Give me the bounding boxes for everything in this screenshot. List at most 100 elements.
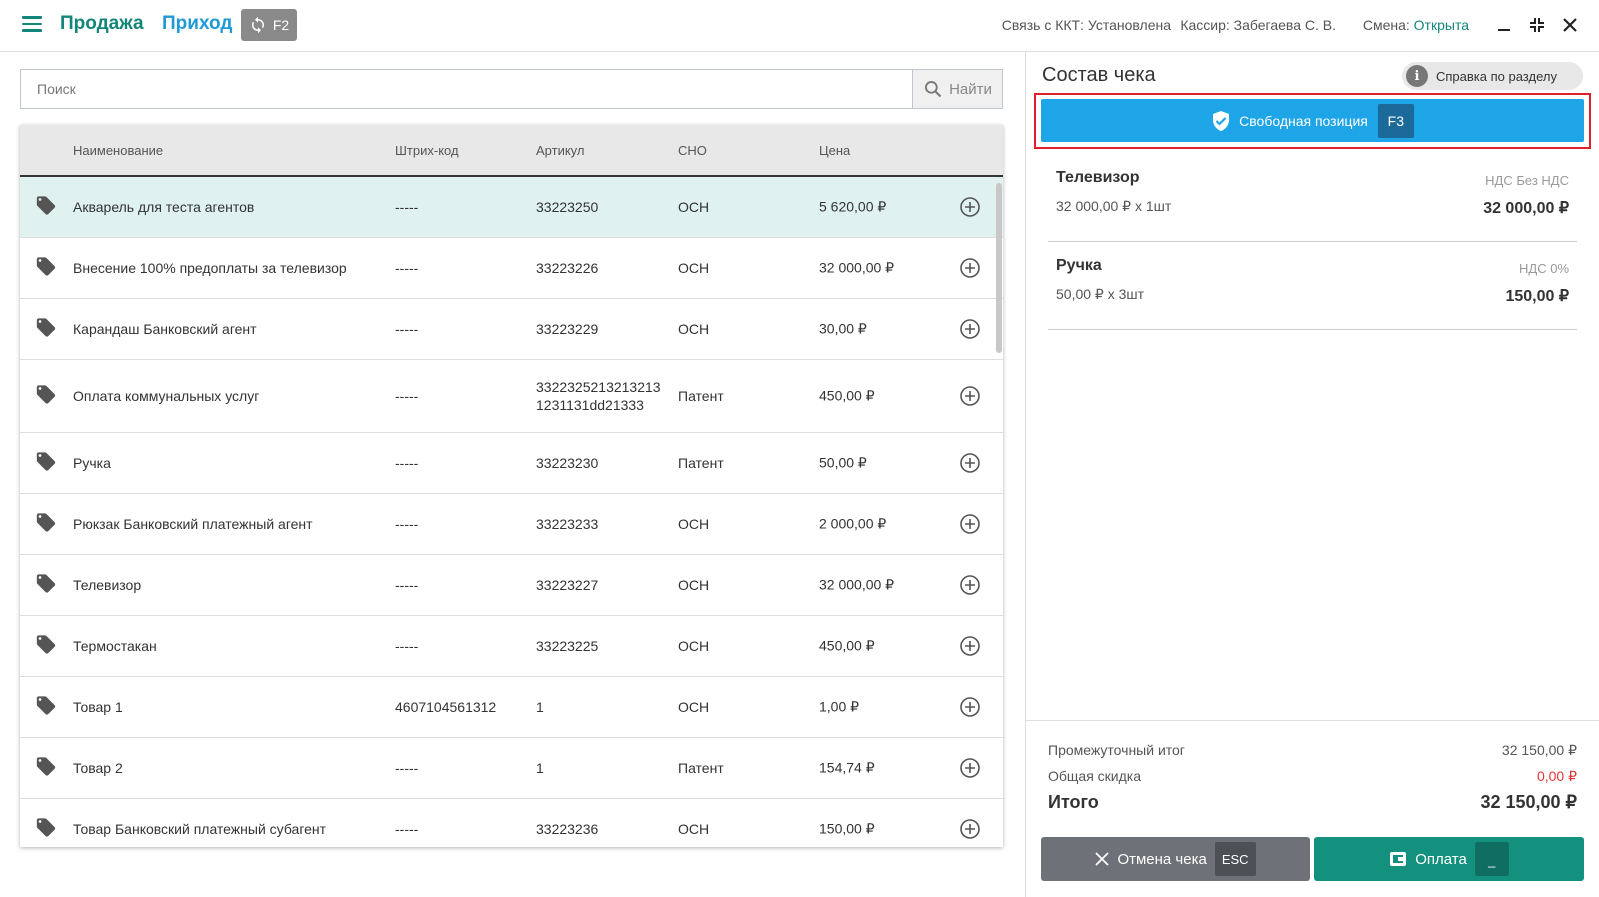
top-bar: Продажа Приход F2 Связь с ККТ: Установле… bbox=[0, 0, 1599, 52]
help-button-label: Справка по разделу bbox=[1436, 68, 1557, 84]
total-label: Итого bbox=[1048, 792, 1099, 812]
cell-barcode: ----- bbox=[395, 516, 419, 532]
total-value: 32 150,00 ₽ bbox=[1480, 792, 1577, 812]
receipt-item-vat: НДС 0% bbox=[1519, 261, 1569, 276]
tag-icon bbox=[35, 695, 57, 720]
receipt-item-qty: 50,00 ₽ х 3шт bbox=[1056, 286, 1145, 302]
cell-name: Телевизор bbox=[73, 577, 142, 593]
info-icon: i bbox=[1406, 65, 1428, 87]
cell-article: 3322325213213213 1231131dd21333 bbox=[536, 379, 661, 413]
tag-icon bbox=[35, 317, 57, 342]
table-row[interactable]: Оплата коммунальных услуг ----- 3322325213… bbox=[20, 360, 1003, 433]
tab-sale[interactable]: Продажа bbox=[60, 13, 144, 35]
exit-fullscreen-icon[interactable] bbox=[1526, 14, 1548, 36]
cell-barcode: ----- bbox=[395, 638, 419, 654]
hamburger-menu-icon[interactable] bbox=[22, 16, 42, 34]
table-row[interactable]: Рюкзак Банковский платежный агент ----- 33… bbox=[20, 494, 1003, 555]
column-header-sno[interactable]: СНО bbox=[678, 143, 707, 158]
pay-label: Оплата bbox=[1415, 850, 1467, 868]
cancel-receipt-label: Отмена чека bbox=[1117, 850, 1207, 868]
receipt-item-name: Ручка bbox=[1056, 257, 1102, 274]
add-circle-icon[interactable] bbox=[959, 318, 981, 340]
cell-article: 33223230 bbox=[536, 455, 599, 471]
table-row[interactable]: Внесение 100% предоплаты за телевизор ---… bbox=[20, 238, 1003, 299]
cell-name: Термостакан bbox=[73, 638, 157, 654]
table-row[interactable]: Товар 1 4607104561312 1 ОСН 1,00 ₽ bbox=[20, 677, 1003, 738]
cell-price: 32 000,00 ₽ bbox=[819, 576, 895, 593]
cancel-receipt-button[interactable]: Отмена чека ESC bbox=[1041, 837, 1310, 881]
discount-row: Общая скидка 0,00 ₽ bbox=[1048, 768, 1577, 784]
cell-barcode: ----- bbox=[395, 821, 419, 837]
cell-name: Ручка bbox=[73, 455, 111, 471]
cell-barcode: ----- bbox=[395, 455, 419, 471]
pay-key: _ bbox=[1474, 842, 1509, 876]
add-circle-icon[interactable] bbox=[959, 257, 981, 279]
tag-icon bbox=[35, 817, 57, 842]
cancel-receipt-key: ESC bbox=[1214, 842, 1256, 876]
add-circle-icon[interactable] bbox=[959, 513, 981, 535]
receipt-item-qty: 32 000,00 ₽ х 1шт bbox=[1056, 198, 1172, 214]
add-circle-icon[interactable] bbox=[959, 574, 981, 596]
add-circle-icon[interactable] bbox=[959, 757, 981, 779]
table-row[interactable]: Акварель для теста агентов ----- 33223250 О… bbox=[20, 177, 1003, 238]
free-position-label: Свободная позиция bbox=[1239, 112, 1368, 129]
add-circle-icon[interactable] bbox=[959, 635, 981, 657]
column-header-name[interactable]: Наименование bbox=[73, 143, 163, 158]
column-header-price[interactable]: Цена bbox=[819, 143, 850, 158]
receipt-item[interactable]: Ручка 50,00 ₽ х 3шт НДС 0% 150,00 ₽ bbox=[1048, 243, 1577, 330]
pay-button[interactable]: Оплата _ bbox=[1314, 837, 1584, 881]
search-bar: Найти bbox=[20, 69, 1003, 109]
scrollbar-thumb[interactable] bbox=[996, 183, 1002, 353]
receipt-item-name: Телевизор bbox=[1056, 169, 1140, 186]
table-row[interactable]: Товар Банковский платежный субагент -----… bbox=[20, 799, 1003, 847]
refresh-button[interactable]: F2 bbox=[241, 9, 297, 41]
shield-check-icon bbox=[1213, 110, 1230, 131]
add-circle-icon[interactable] bbox=[959, 818, 981, 840]
table-row[interactable]: Ручка ----- 33223230 Патент 50,00 ₽ bbox=[20, 433, 1003, 494]
cell-sno: ОСН bbox=[678, 260, 710, 276]
search-button[interactable]: Найти bbox=[912, 70, 1002, 108]
column-header-article[interactable]: Артикул bbox=[536, 143, 584, 158]
receipt-title: Состав чека bbox=[1042, 64, 1156, 86]
add-circle-icon[interactable] bbox=[959, 452, 981, 474]
help-button[interactable]: i Справка по разделу bbox=[1402, 62, 1583, 90]
add-circle-icon[interactable] bbox=[959, 696, 981, 718]
cell-barcode: ----- bbox=[395, 199, 419, 215]
add-circle-icon[interactable] bbox=[959, 196, 981, 218]
cell-article: 33223225 bbox=[536, 638, 599, 654]
tag-icon bbox=[35, 384, 57, 409]
cell-sno: ОСН bbox=[678, 699, 710, 715]
minimize-icon[interactable] bbox=[1493, 14, 1515, 36]
add-circle-icon[interactable] bbox=[959, 385, 981, 407]
column-header-barcode[interactable]: Штрих-код bbox=[395, 143, 459, 158]
table-row[interactable]: Термостакан ----- 33223225 ОСН 450,00 ₽ bbox=[20, 616, 1003, 677]
panel-divider bbox=[1025, 52, 1026, 897]
receipt-item[interactable]: Телевизор 32 000,00 ₽ х 1шт НДС Без НДС … bbox=[1048, 155, 1577, 242]
cell-name: Рюкзак Банковский платежный агент bbox=[73, 516, 313, 532]
free-position-button[interactable]: Свободная позиция F3 bbox=[1041, 99, 1584, 142]
tab-income[interactable]: Приход bbox=[162, 13, 232, 35]
free-position-key: F3 bbox=[1377, 103, 1414, 138]
cell-article: 33223227 bbox=[536, 577, 599, 593]
close-icon[interactable] bbox=[1559, 14, 1581, 36]
tag-icon bbox=[35, 195, 57, 220]
product-table: Наименование Штрих-код Артикул СНО Цена … bbox=[20, 125, 1003, 847]
cell-price: 30,00 ₽ bbox=[819, 320, 867, 337]
search-input[interactable] bbox=[21, 70, 912, 108]
cell-article: 33223250 bbox=[536, 199, 599, 215]
tag-icon bbox=[35, 573, 57, 598]
tag-icon bbox=[35, 634, 57, 659]
table-row[interactable]: Карандаш Банковский агент ----- 33223229 ОС… bbox=[20, 299, 1003, 360]
refresh-key-label: F2 bbox=[272, 17, 290, 33]
cell-name: Внесение 100% предоплаты за телевизор bbox=[73, 260, 347, 276]
cell-name: Товар 2 bbox=[73, 760, 123, 776]
cell-barcode: 4607104561312 bbox=[395, 699, 497, 715]
cell-price: 1,00 ₽ bbox=[819, 698, 860, 715]
table-row[interactable]: Телевизор ----- 33223227 ОСН 32 000,00 ₽ bbox=[20, 555, 1003, 616]
scrollbar[interactable] bbox=[995, 177, 1003, 847]
cell-price: 154,74 ₽ bbox=[819, 759, 875, 776]
cell-article: 33223229 bbox=[536, 321, 599, 337]
table-row[interactable]: Товар 2 ----- 1 Патент 154,74 ₽ bbox=[20, 738, 1003, 799]
cell-sno: Патент bbox=[678, 388, 724, 404]
cell-price: 450,00 ₽ bbox=[819, 637, 875, 654]
